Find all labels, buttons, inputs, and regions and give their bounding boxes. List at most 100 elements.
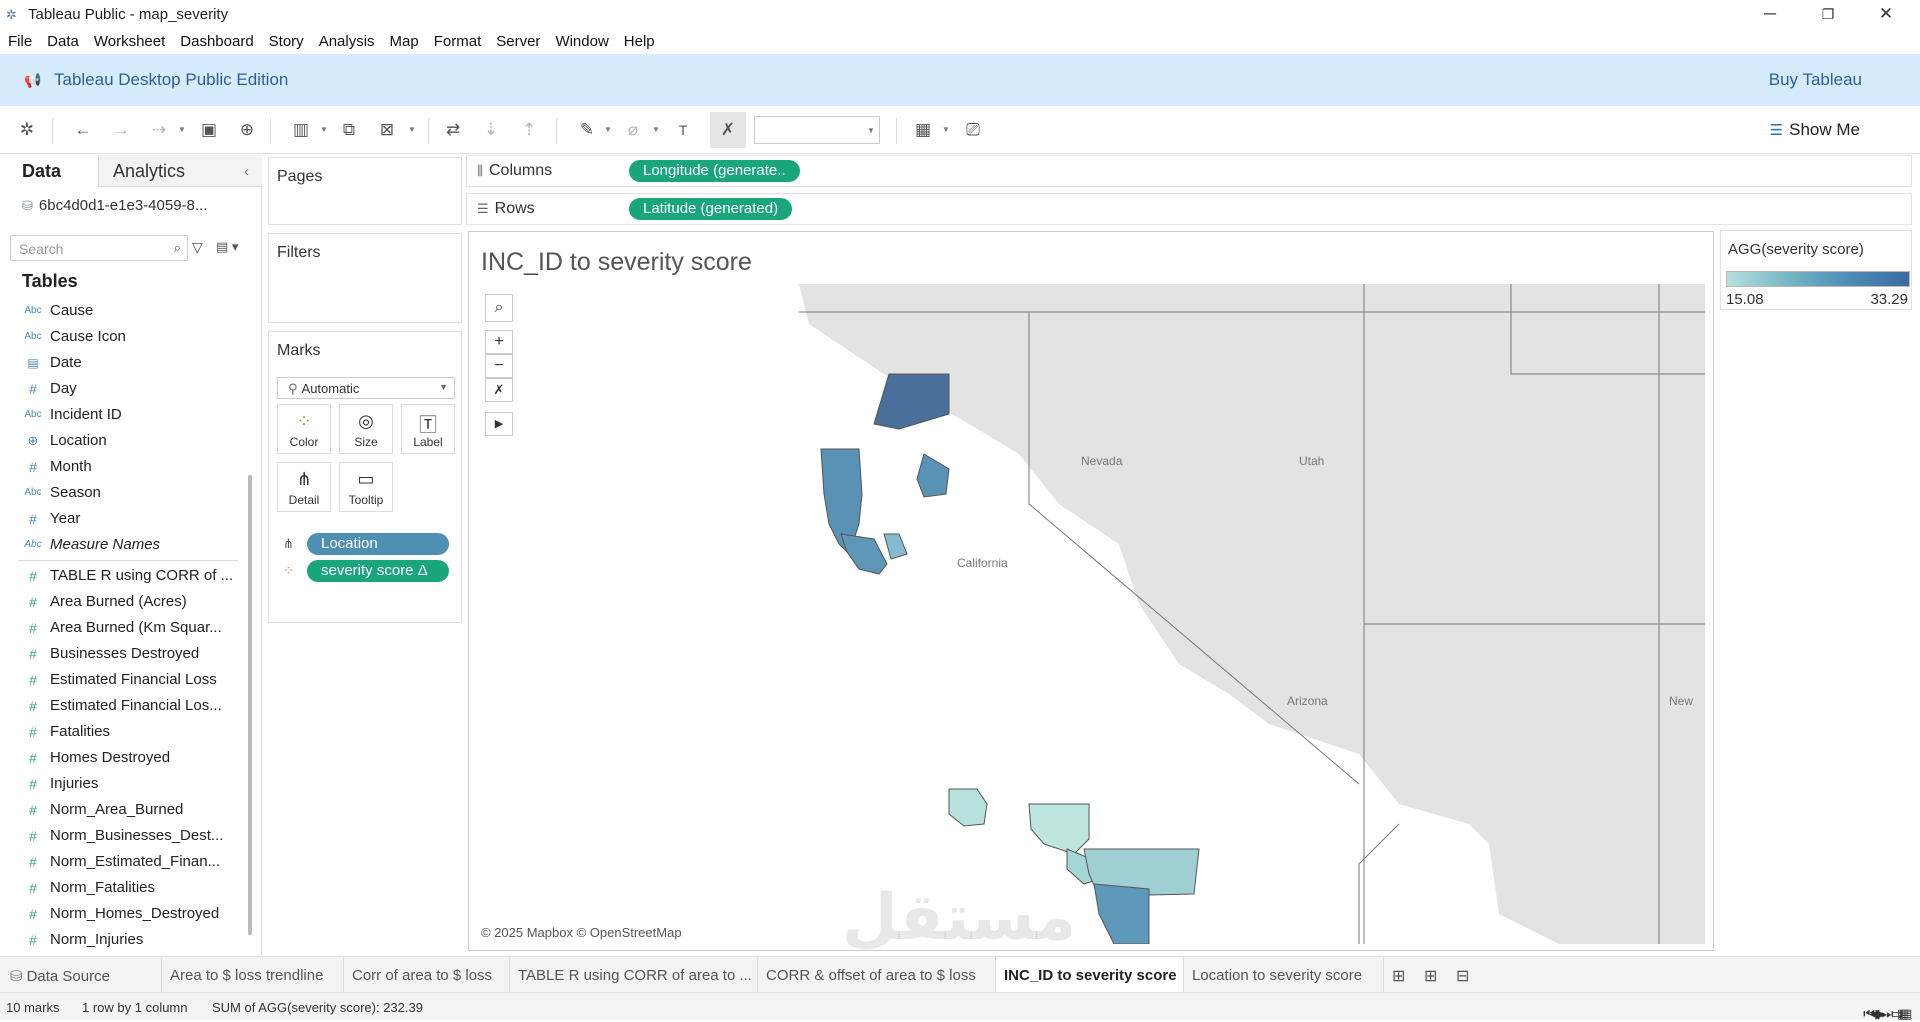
- collapse-pane-icon[interactable]: ‹: [244, 163, 249, 180]
- menu-help[interactable]: Help: [624, 28, 655, 50]
- rows-shelf[interactable]: ☰ Rows Latitude (generated): [466, 193, 1912, 225]
- chevron-down-icon[interactable]: ▼: [320, 125, 328, 134]
- field-item[interactable]: # Norm_Businesses_Dest...: [18, 823, 238, 849]
- field-item[interactable]: # Norm_Area_Burned: [18, 797, 238, 823]
- pin-map-icon[interactable]: ✗: [710, 112, 746, 148]
- field-item[interactable]: # TABLE R using CORR of ...: [18, 563, 238, 589]
- field-list-scrollbar[interactable]: [248, 475, 252, 935]
- field-item[interactable]: Abc Measure Names: [18, 532, 238, 558]
- map-canvas[interactable]: Nevada Utah California Arizona New: [799, 284, 1705, 944]
- show-mark-labels-icon[interactable]: T: [672, 120, 694, 140]
- field-item[interactable]: Abc Incident ID: [18, 402, 238, 428]
- chevron-down-icon[interactable]: ▼: [178, 125, 186, 134]
- tab-sheet[interactable]: Area to $ loss trendline: [162, 957, 344, 993]
- size-button[interactable]: ◎ Size: [339, 404, 393, 454]
- field-item[interactable]: # Estimated Financial Loss: [18, 667, 238, 693]
- view-options-icon[interactable]: ▤ ▾: [216, 239, 238, 255]
- menu-map[interactable]: Map: [390, 28, 419, 50]
- chevron-down-icon[interactable]: ▼: [408, 125, 416, 134]
- menu-window[interactable]: Window: [555, 28, 608, 50]
- tab-sheet[interactable]: CORR & offset of area to $ loss: [758, 957, 996, 993]
- menu-analysis[interactable]: Analysis: [319, 28, 375, 50]
- menu-format[interactable]: Format: [434, 28, 482, 50]
- map-attribution[interactable]: © 2025 Mapbox © OpenStreetMap: [481, 925, 682, 940]
- field-item[interactable]: # Norm_Estimated_Finan...: [18, 849, 238, 875]
- mark-type-select[interactable]: ⚲ Automatic ▼: [277, 377, 455, 399]
- field-item[interactable]: # Injuries: [18, 771, 238, 797]
- field-item[interactable]: # Norm_Fatalities: [18, 875, 238, 901]
- field-item[interactable]: Abc Cause: [18, 298, 238, 324]
- field-item[interactable]: # Day: [18, 376, 238, 402]
- new-story-tab-icon[interactable]: ⊟: [1456, 966, 1469, 986]
- filters-card[interactable]: Filters: [268, 233, 462, 323]
- tab-sheet-active[interactable]: INC_ID to severity score: [996, 957, 1184, 993]
- color-button[interactable]: ⁘ Color: [277, 404, 331, 454]
- show-cards-icon[interactable]: ▦: [912, 120, 934, 140]
- menu-server[interactable]: Server: [496, 28, 540, 50]
- field-item[interactable]: # Norm_Homes_Destroyed: [18, 901, 238, 927]
- save-icon[interactable]: ▣: [198, 120, 220, 140]
- tab-data-source[interactable]: ⛁ Data Source: [0, 957, 162, 993]
- replay-icon[interactable]: ⇢: [148, 120, 170, 140]
- field-item[interactable]: # Norm_Injuries: [18, 927, 238, 953]
- new-worksheet-icon[interactable]: ▥: [290, 120, 312, 140]
- field-item[interactable]: Abc Cause Icon: [18, 324, 238, 350]
- field-item[interactable]: ▤ Date: [18, 350, 238, 376]
- field-item[interactable]: # Area Burned (Km Squar...: [18, 615, 238, 641]
- field-item[interactable]: # Month: [18, 454, 238, 480]
- field-item[interactable]: # Year: [18, 506, 238, 532]
- restore-button[interactable]: ❐: [1808, 2, 1848, 26]
- sort-descending-icon[interactable]: ⇡: [518, 120, 540, 140]
- redo-icon[interactable]: →: [110, 120, 132, 140]
- color-legend[interactable]: AGG(severity score) 15.08 33.29: [1720, 230, 1912, 310]
- new-datasource-icon[interactable]: ⊕: [236, 120, 258, 140]
- group-members-icon[interactable]: ⌀: [622, 120, 644, 140]
- presentation-mode-icon[interactable]: ⎚: [962, 120, 984, 140]
- tab-data[interactable]: Data: [0, 155, 98, 187]
- clear-sheet-icon[interactable]: ⊠: [376, 120, 398, 140]
- field-item[interactable]: # Estimated Financial Los...: [18, 693, 238, 719]
- zoom-out-button[interactable]: −: [485, 354, 513, 378]
- field-item[interactable]: # Area Burned (Acres): [18, 589, 238, 615]
- fit-width-select[interactable]: ▼: [754, 116, 880, 144]
- field-item[interactable]: Abc Season: [18, 480, 238, 506]
- tab-analytics[interactable]: Analytics: [98, 155, 262, 187]
- zoom-in-button[interactable]: +: [485, 330, 513, 354]
- show-me-button[interactable]: ☰ Show Me: [1770, 120, 1860, 140]
- close-button[interactable]: ✕: [1866, 2, 1906, 26]
- sort-ascending-icon[interactable]: ⇣: [480, 120, 502, 140]
- menu-file[interactable]: File: [8, 28, 32, 50]
- detail-button[interactable]: ⋔ Detail: [277, 462, 331, 512]
- map-toolbar-expand-button[interactable]: ▶: [485, 412, 513, 436]
- menu-worksheet[interactable]: Worksheet: [94, 28, 165, 50]
- pages-card[interactable]: Pages: [268, 157, 462, 225]
- duplicate-sheet-icon[interactable]: ⧉: [338, 120, 360, 140]
- undo-icon[interactable]: ←: [72, 120, 94, 140]
- columns-shelf[interactable]: ⫼ Columns Longitude (generate..: [466, 155, 1912, 187]
- map-search-button[interactable]: ⌕: [485, 294, 513, 322]
- chevron-down-icon[interactable]: ▼: [942, 125, 950, 134]
- menu-data[interactable]: Data: [47, 28, 79, 50]
- field-item[interactable]: ⊕ Location: [18, 428, 238, 454]
- field-item[interactable]: # Businesses Destroyed: [18, 641, 238, 667]
- field-item[interactable]: # Homes Destroyed: [18, 745, 238, 771]
- reset-map-button[interactable]: ✗: [485, 378, 513, 402]
- view-title[interactable]: INC_ID to severity score: [481, 248, 752, 277]
- tab-sheet[interactable]: Corr of area to $ loss: [344, 957, 510, 993]
- chevron-down-icon[interactable]: ▼: [604, 125, 612, 134]
- label-button[interactable]: 🅃 Label: [401, 404, 455, 454]
- longitude-pill[interactable]: Longitude (generate..: [629, 160, 800, 182]
- tableau-start-icon[interactable]: ✲: [16, 120, 38, 140]
- new-worksheet-tab-icon[interactable]: ⊞: [1392, 966, 1405, 986]
- field-search-input[interactable]: Search ⌕: [10, 235, 188, 261]
- menu-dashboard[interactable]: Dashboard: [180, 28, 253, 50]
- menu-story[interactable]: Story: [269, 28, 304, 50]
- highlight-icon[interactable]: ✎: [576, 120, 598, 140]
- tab-sheet[interactable]: Location to severity score: [1184, 957, 1384, 993]
- datasource-item[interactable]: ⛁ 6bc4d0d1-e1e3-4059-8...: [22, 197, 207, 214]
- field-item[interactable]: # Fatalities: [18, 719, 238, 745]
- severity-score-pill[interactable]: severity score Δ: [307, 560, 449, 582]
- filter-icon[interactable]: ▽: [192, 239, 203, 256]
- new-dashboard-tab-icon[interactable]: ⊞: [1424, 966, 1437, 986]
- tooltip-button[interactable]: ▭ Tooltip: [339, 462, 393, 512]
